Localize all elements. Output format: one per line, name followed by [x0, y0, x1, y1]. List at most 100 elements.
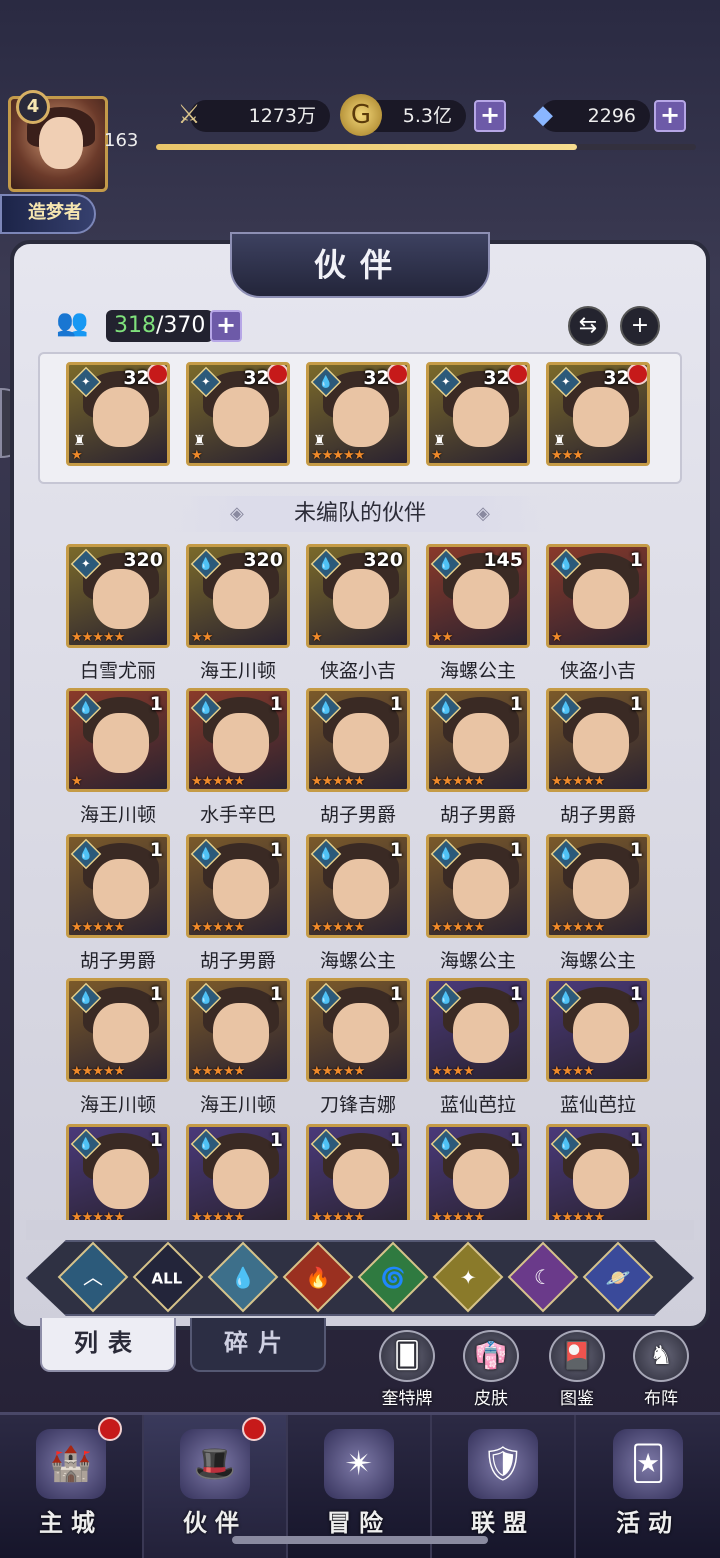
hero-card[interactable]: 💧 1 ★★★★★ [306, 1124, 410, 1228]
player-level: 163 [104, 130, 139, 151]
hero-card[interactable]: 💧 1 ★ [66, 688, 170, 792]
tab-shards[interactable]: 碎片 [190, 1318, 326, 1372]
hero-name: 胡子男爵 [199, 950, 276, 972]
skins-button[interactable]: 👘 皮肤 [456, 1330, 526, 1409]
hero-card[interactable]: 💧 320 ★ [306, 544, 410, 648]
home-indicator[interactable] [232, 1536, 488, 1544]
hero-name: 海王川顿 [79, 1094, 156, 1116]
hero-card[interactable]: 💧 1 ★★★★★ [546, 834, 650, 938]
hero-face [213, 387, 269, 447]
hero-card[interactable]: 💧 320 ★★ [186, 544, 290, 648]
nav-events[interactable]: 🃏 活动 [576, 1415, 720, 1558]
add-button[interactable]: + [620, 306, 660, 346]
hero-card[interactable]: ✦ 320 ★ ♜ [186, 362, 290, 466]
hero-card[interactable]: 💧 1 ★★★★ [426, 978, 530, 1082]
add-gold-button[interactable]: + [474, 100, 506, 132]
hero-card[interactable]: ✦ 320 ★★★★★ [66, 544, 170, 648]
hero-card[interactable]: 💧 1 ★★★★★ [306, 834, 410, 938]
hero-name: 海王川顿 [79, 804, 156, 826]
hero-card[interactable]: 💧 1 ★★★★★ [306, 978, 410, 1082]
hero-level: 1 [149, 1129, 163, 1151]
hero-card[interactable]: 💧 1 ★★★★★ [546, 688, 650, 792]
hero-card[interactable]: 💧 1 ★★★★★ [186, 688, 290, 792]
hero-level: 1 [509, 693, 523, 715]
player-title-badge[interactable]: 造梦者 [0, 194, 96, 234]
rank-icon: ♜ [553, 433, 566, 449]
hero-card[interactable]: 💧 1 ★★★★★ [186, 978, 290, 1082]
hero-card[interactable]: ✦ 320 ★ ♜ [426, 362, 530, 466]
hero-card[interactable]: 💧 1 ★★★★★ [66, 978, 170, 1082]
hero-face [453, 1149, 509, 1209]
cards-label: 奎特牌 [381, 1389, 433, 1409]
hero-face [93, 859, 149, 919]
hero-name: 胡子男爵 [79, 950, 156, 972]
rank-icon: ♜ [193, 433, 206, 449]
hero-card[interactable]: 💧 1 ★ [546, 544, 650, 648]
hero-card[interactable]: 💧 1 ★★★★★ [186, 1124, 290, 1228]
hero-card[interactable]: 💧 1 ★★★★★ [426, 834, 530, 938]
hero-card[interactable]: ✦ 320 ★★★ ♜ [546, 362, 650, 466]
hero-level: 320 [363, 549, 403, 571]
notification-dot [387, 365, 407, 385]
hero-card[interactable]: 💧 320 ★★★★★ ♜ [306, 362, 410, 466]
hero-card[interactable]: ✦ 320 ★ ♜ [66, 362, 170, 466]
hero-stars: ★★★★★ [311, 774, 365, 789]
tab-list[interactable]: 列表 [40, 1318, 176, 1372]
panel-title: 伙伴 [230, 232, 490, 298]
hero-face [213, 1003, 269, 1063]
hero-level: 1 [269, 983, 283, 1005]
hero-stars: ★★ [431, 630, 453, 645]
formation-button[interactable]: ♞ 布阵 [626, 1330, 696, 1409]
partners-icon: 👥 [56, 308, 89, 338]
notification-dot [627, 365, 647, 385]
hero-face [573, 1003, 629, 1063]
expand-capacity-button[interactable]: + [210, 310, 242, 342]
cards-button[interactable]: 🂠 奎特牌 [372, 1330, 442, 1409]
shield-icon: 🛡 [468, 1429, 538, 1499]
hero-stars: ★★★★ [431, 1064, 475, 1079]
hero-stars: ★ [431, 448, 443, 463]
hero-face [93, 713, 149, 773]
hero-stars: ★ [311, 630, 323, 645]
exp-bar-fill [156, 144, 578, 150]
hero-card[interactable]: 💧 1 ★★★★★ [426, 1124, 530, 1228]
notification-dot [507, 365, 527, 385]
add-gem-button[interactable]: + [654, 100, 686, 132]
hero-level: 1 [269, 693, 283, 715]
hero-card[interactable]: 💧 1 ★★★★★ [306, 688, 410, 792]
nav-city[interactable]: 🏰 主城 [0, 1415, 144, 1558]
hero-face [453, 1003, 509, 1063]
hero-face [573, 569, 629, 629]
hero-stars: ★★★★★ [71, 630, 125, 645]
hero-card[interactable]: 💧 1 ★★★★★ [426, 688, 530, 792]
hero-name: 蓝仙芭拉 [559, 1094, 636, 1116]
hero-level: 1 [629, 983, 643, 1005]
swap-button[interactable]: ⇆ [568, 306, 608, 346]
hero-stars: ★★★★★ [191, 1064, 245, 1079]
nav-events-label: 活动 [616, 1509, 680, 1537]
hero-card[interactable]: 💧 1 ★★★★ [546, 978, 650, 1082]
gallery-button[interactable]: 🎴 图鉴 [542, 1330, 612, 1409]
hero-name: 胡子男爵 [439, 804, 516, 826]
hero-stars: ★★★★★ [431, 774, 485, 789]
hero-card[interactable]: 💧 1 ★★★★★ [66, 1124, 170, 1228]
hero-card[interactable]: 💧 1 ★★★★★ [66, 834, 170, 938]
hero-face [93, 1149, 149, 1209]
gallery-icon: 🎴 [549, 1330, 605, 1382]
notification-dot [98, 1417, 122, 1441]
hero-face [213, 713, 269, 773]
nav-partners-label: 伙伴 [183, 1509, 247, 1537]
hero-stars: ★★★ [551, 448, 584, 463]
top-bar: 4 163 造梦者 1273万 ⚔ 5.3亿 G + 2296 ◆ + [0, 0, 720, 234]
nav-city-label: 主城 [39, 1509, 103, 1537]
notification-dot [267, 365, 287, 385]
hero-card[interactable]: 💧 1 ★★★★★ [546, 1124, 650, 1228]
vip-level-badge: 4 [16, 90, 50, 124]
hero-face [93, 569, 149, 629]
hero-level: 1 [629, 549, 643, 571]
hero-card[interactable]: 💧 145 ★★ [426, 544, 530, 648]
hero-name: 侠盗小吉 [559, 660, 636, 682]
hero-card[interactable]: 💧 1 ★★★★★ [186, 834, 290, 938]
hero-face [93, 387, 149, 447]
hero-name: 海螺公主 [439, 950, 516, 972]
